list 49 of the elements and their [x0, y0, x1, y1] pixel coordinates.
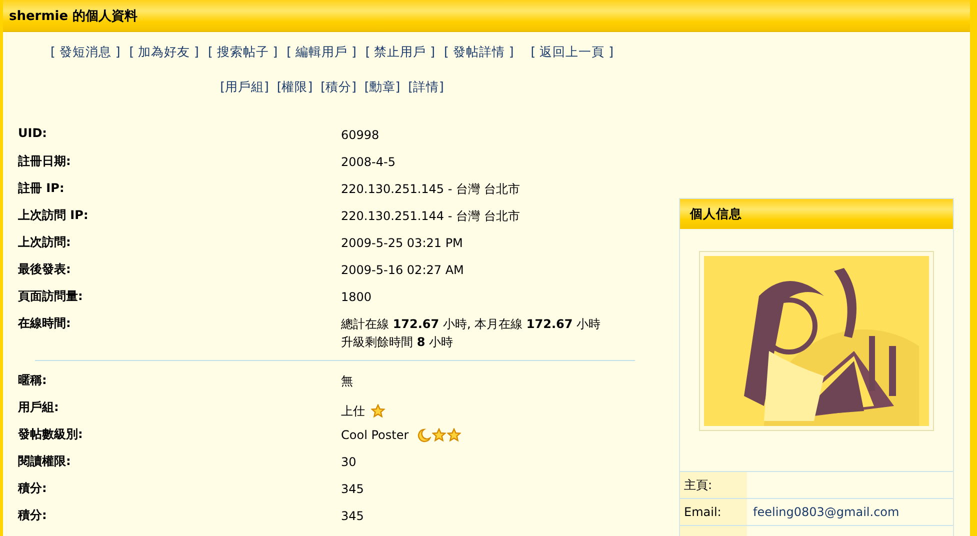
field-value: 1800: [341, 289, 372, 306]
field-value: 總計在線 172.67 小時, 本月在線 172.67 小時: [341, 316, 601, 333]
field-label: UID:: [18, 125, 48, 140]
field-value: Cool Poster: [341, 427, 409, 444]
field-label: 註冊日期:: [18, 153, 72, 170]
action-link[interactable]: [ 發帖詳情 ]: [444, 44, 514, 61]
field-label: 主頁:: [680, 472, 747, 498]
field-label: 註冊 IP:: [18, 180, 66, 197]
action-link[interactable]: [ 搜索帖子 ]: [208, 44, 278, 61]
star-icon: [371, 404, 385, 418]
field-label: 上次訪問 IP:: [18, 207, 90, 224]
action-link[interactable]: [ 返回上一頁 ]: [530, 44, 614, 61]
section-link[interactable]: [積分]: [320, 79, 356, 96]
field-value: 30: [341, 454, 356, 471]
field-label: 在線時間:: [18, 315, 72, 332]
field-value: 220.130.251.144 - 台灣 台北市: [341, 208, 520, 225]
field-label: 積分:: [18, 480, 48, 497]
field-label: 積分:: [18, 507, 48, 524]
field-value: 60998: [341, 127, 380, 144]
field-label: 閱讀權限:: [18, 453, 72, 470]
field-value: 2009-5-25 03:21 PM: [341, 235, 463, 252]
field-label: 用戶組:: [18, 399, 60, 416]
field-label: 頁面訪問量:: [18, 288, 84, 305]
star-icon: [432, 428, 446, 442]
action-link[interactable]: [ 發短消息 ]: [50, 44, 120, 61]
page-title: shermie 的個人資料: [3, 0, 970, 32]
section-link[interactable]: [勳章]: [364, 79, 400, 96]
field-value: 345: [341, 508, 364, 525]
field-label: Email:: [680, 499, 747, 525]
panel-title: 個人信息: [680, 199, 953, 229]
action-link[interactable]: [ 禁止用戶 ]: [365, 44, 436, 61]
action-link[interactable]: [ 加為好友 ]: [129, 44, 199, 61]
field-label: 發帖數級別:: [18, 426, 84, 443]
field-value: 無: [341, 373, 353, 390]
field-label: 上次訪問:: [18, 234, 72, 251]
field-value: 345: [341, 481, 364, 498]
field-value: 上仕: [341, 403, 365, 420]
section-link[interactable]: [權限]: [276, 79, 313, 96]
star-icon: [446, 428, 461, 442]
section-link[interactable]: [用戶組]: [220, 79, 269, 96]
section-link[interactable]: [詳情]: [408, 79, 444, 96]
field-value: 2009-5-16 02:27 AM: [341, 262, 464, 279]
field-label: 暱稱:: [18, 372, 48, 389]
field-value: 升級剩餘時間 8 小時: [341, 334, 454, 351]
field-value: 2008-4-5: [341, 154, 396, 171]
email-link[interactable]: feeling0803@gmail.com: [747, 499, 953, 525]
field-label: 最後發表:: [18, 261, 72, 278]
action-link[interactable]: [ 編輯用戶 ]: [286, 44, 356, 61]
field-value: 220.130.251.145 - 台灣 台北市: [341, 181, 520, 198]
